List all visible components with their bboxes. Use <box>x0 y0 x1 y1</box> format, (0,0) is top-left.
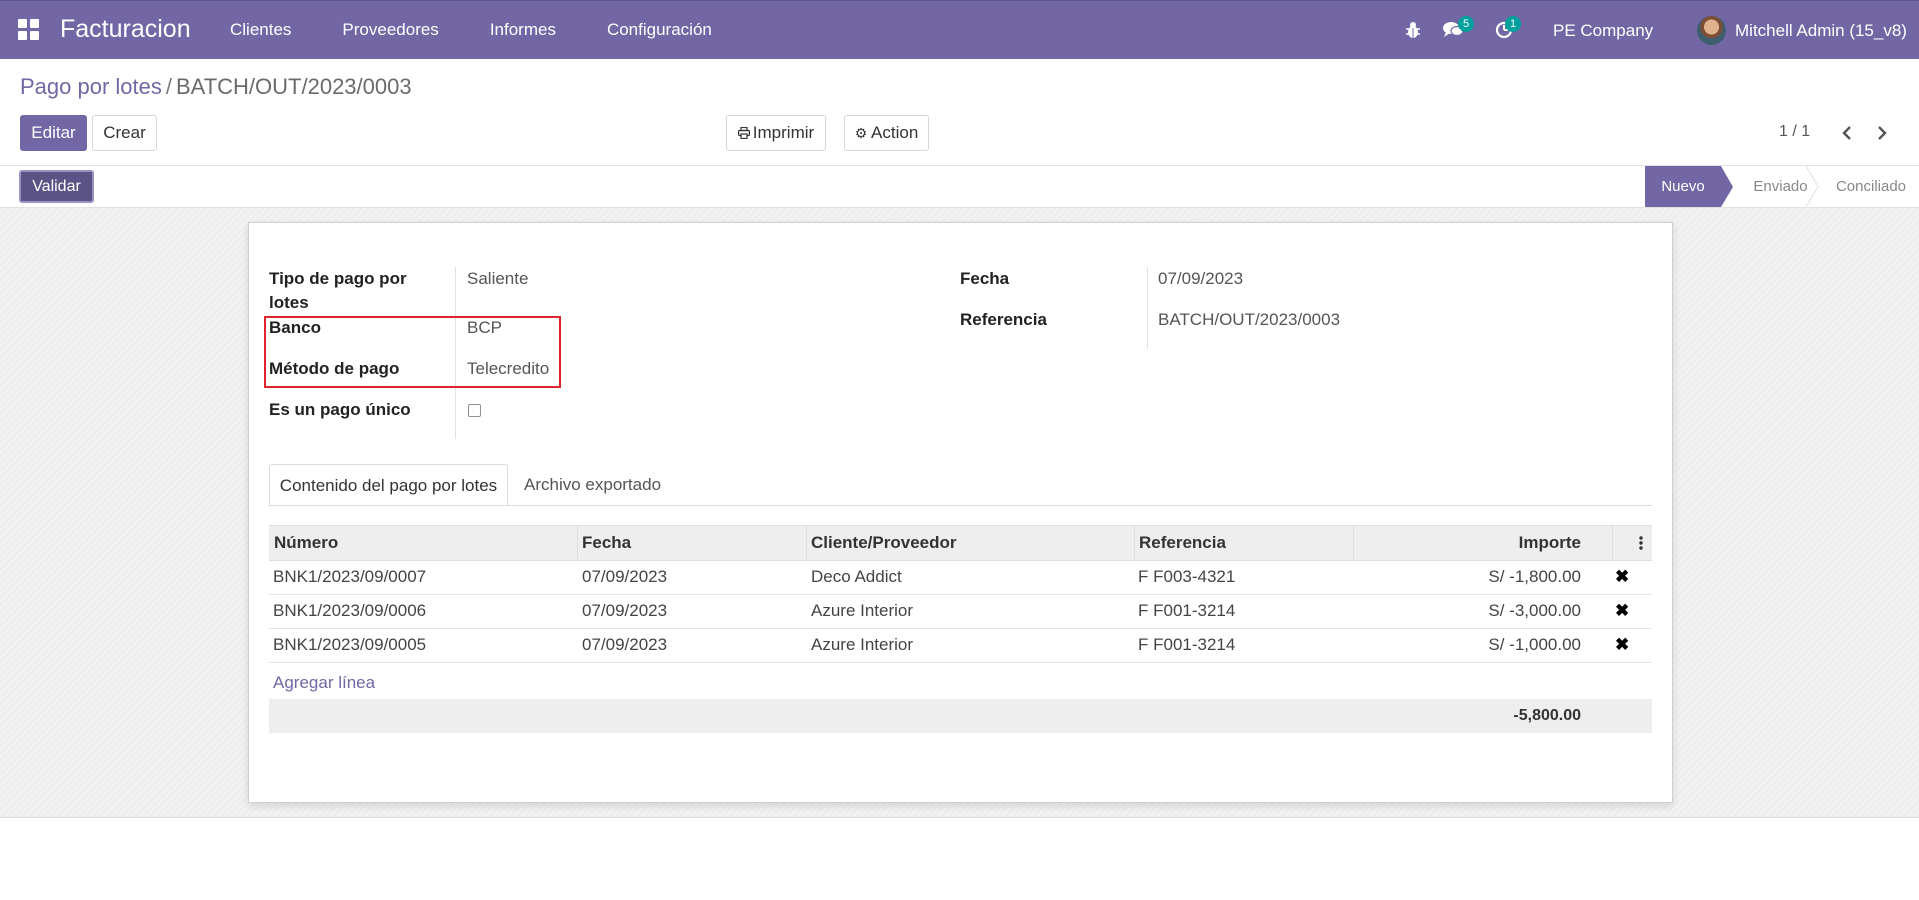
stage-divider <box>1805 166 1819 207</box>
apps-grid-icon[interactable] <box>18 19 40 41</box>
user-avatar[interactable] <box>1697 16 1726 45</box>
row-partner: Azure Interior <box>811 601 914 620</box>
bug-icon[interactable] <box>1405 21 1421 39</box>
menu-item-informes[interactable]: Informes <box>490 20 556 40</box>
annotation-highlight-box <box>264 316 561 388</box>
main-menu: Clientes Proveedores Informes Configurac… <box>230 20 763 40</box>
tab-batch-content[interactable]: Contenido del pago por lotes <box>269 464 508 506</box>
date-label: Fecha <box>960 269 1010 288</box>
chevron-right-icon[interactable] <box>1876 125 1888 141</box>
row-reference: F F001-3214 <box>1138 635 1236 654</box>
control-panel: Pago por lotes / BATCH/OUT/2023/0003 Edita… <box>0 59 1919 166</box>
print-button[interactable]: Imprimir <box>726 115 826 151</box>
messages-count-badge: 5 <box>1458 16 1474 32</box>
reference-label: Referencia <box>960 310 1047 329</box>
column-separator <box>1612 526 1613 560</box>
table-row[interactable]: BNK1/2023/09/0007 07/09/2023 Deco Addict… <box>269 561 1652 595</box>
table-row[interactable]: BNK1/2023/09/0005 07/09/2023 Azure Inter… <box>269 629 1652 663</box>
tabs-underline <box>269 505 1652 506</box>
column-header-date[interactable]: Fecha <box>582 533 631 553</box>
column-separator <box>806 526 807 560</box>
company-switcher[interactable]: PE Company <box>1553 21 1653 41</box>
create-button[interactable]: Crear <box>92 115 157 151</box>
row-amount: S/ -1,800.00 <box>1488 567 1581 586</box>
print-icon <box>737 126 750 140</box>
delete-row-icon[interactable]: ✖ <box>1615 567 1629 587</box>
row-amount: S/ -3,000.00 <box>1488 601 1581 620</box>
breadcrumb-parent-link[interactable]: Pago por lotes <box>20 74 162 99</box>
total-amount: -5,800.00 <box>1513 707 1581 724</box>
row-date: 07/09/2023 <box>582 601 668 620</box>
delete-row-icon[interactable]: ✖ <box>1615 635 1629 655</box>
row-number: BNK1/2023/09/0007 <box>273 567 427 586</box>
row-amount: S/ -1,000.00 <box>1488 635 1581 654</box>
breadcrumb-current: BATCH/OUT/2023/0003 <box>176 74 412 99</box>
top-navbar: Facturacion Clientes Proveedores Informe… <box>0 0 1919 59</box>
row-date: 07/09/2023 <box>582 635 668 654</box>
batch-type-label: Tipo de pago por lotes <box>269 267 407 315</box>
batch-type-label-line1: Tipo de pago por <box>269 269 407 288</box>
reference-value[interactable]: BATCH/OUT/2023/0003 <box>1158 308 1340 332</box>
edit-button[interactable]: Editar <box>20 115 87 151</box>
action-label: Action <box>871 123 919 142</box>
breadcrumb-separator: / <box>165 74 172 99</box>
table-row[interactable]: BNK1/2023/09/0006 07/09/2023 Azure Inter… <box>269 595 1652 629</box>
print-label: Imprimir <box>752 123 815 142</box>
unique-payment-checkbox[interactable] <box>468 404 481 417</box>
stage-conciliado[interactable]: Conciliado <box>1825 166 1917 207</box>
optional-columns-icon[interactable] <box>1639 535 1643 551</box>
menu-item-clientes[interactable]: Clientes <box>230 20 291 40</box>
activities-count-badge: 1 <box>1505 16 1521 32</box>
menu-item-configuracion[interactable]: Configuración <box>607 20 712 40</box>
batch-type-value[interactable]: Saliente <box>467 267 528 291</box>
date-value[interactable]: 07/09/2023 <box>1158 267 1243 291</box>
label-separator-right <box>1147 267 1148 349</box>
delete-row-icon[interactable]: ✖ <box>1615 601 1629 621</box>
tab-exported-file[interactable]: Archivo exportado <box>524 464 674 506</box>
column-header-partner[interactable]: Cliente/Proveedor <box>811 533 957 553</box>
breadcrumb: Pago por lotes / BATCH/OUT/2023/0003 <box>20 74 412 100</box>
row-reference: F F003-4321 <box>1138 567 1236 586</box>
unique-payment-label: Es un pago único <box>269 400 411 419</box>
stage-arrow <box>1721 166 1733 207</box>
column-header-amount[interactable]: Importe <box>1358 533 1581 553</box>
menu-item-proveedores[interactable]: Proveedores <box>342 20 438 40</box>
validate-button[interactable]: Validar <box>19 170 94 203</box>
gear-icon: ⚙ <box>854 125 868 141</box>
table-header: Número Fecha Cliente/Proveedor Referenci… <box>269 525 1652 561</box>
row-partner: Deco Addict <box>811 567 902 586</box>
pager-value[interactable]: 1 / 1 <box>1779 123 1810 141</box>
stage-nuevo[interactable]: Nuevo <box>1645 166 1721 207</box>
action-button[interactable]: ⚙ Action <box>844 115 929 151</box>
row-reference: F F001-3214 <box>1138 601 1236 620</box>
column-separator <box>1134 526 1135 560</box>
add-line-link[interactable]: Agregar línea <box>273 673 375 693</box>
row-partner: Azure Interior <box>811 635 914 654</box>
table-total-row: -5,800.00 <box>269 699 1652 733</box>
column-header-reference[interactable]: Referencia <box>1139 533 1226 553</box>
app-name[interactable]: Facturacion <box>60 15 191 44</box>
statusbar: Validar Nuevo Enviado Conciliado <box>0 166 1919 208</box>
column-header-number[interactable]: Número <box>274 533 338 553</box>
column-separator <box>1353 526 1354 560</box>
batch-type-label-line2: lotes <box>269 293 309 312</box>
chevron-left-icon[interactable] <box>1841 125 1853 141</box>
row-number: BNK1/2023/09/0005 <box>273 635 427 654</box>
row-date: 07/09/2023 <box>582 567 668 586</box>
column-separator <box>577 526 578 560</box>
user-menu[interactable]: Mitchell Admin (15_v8) <box>1735 21 1907 41</box>
row-number: BNK1/2023/09/0006 <box>273 601 427 620</box>
